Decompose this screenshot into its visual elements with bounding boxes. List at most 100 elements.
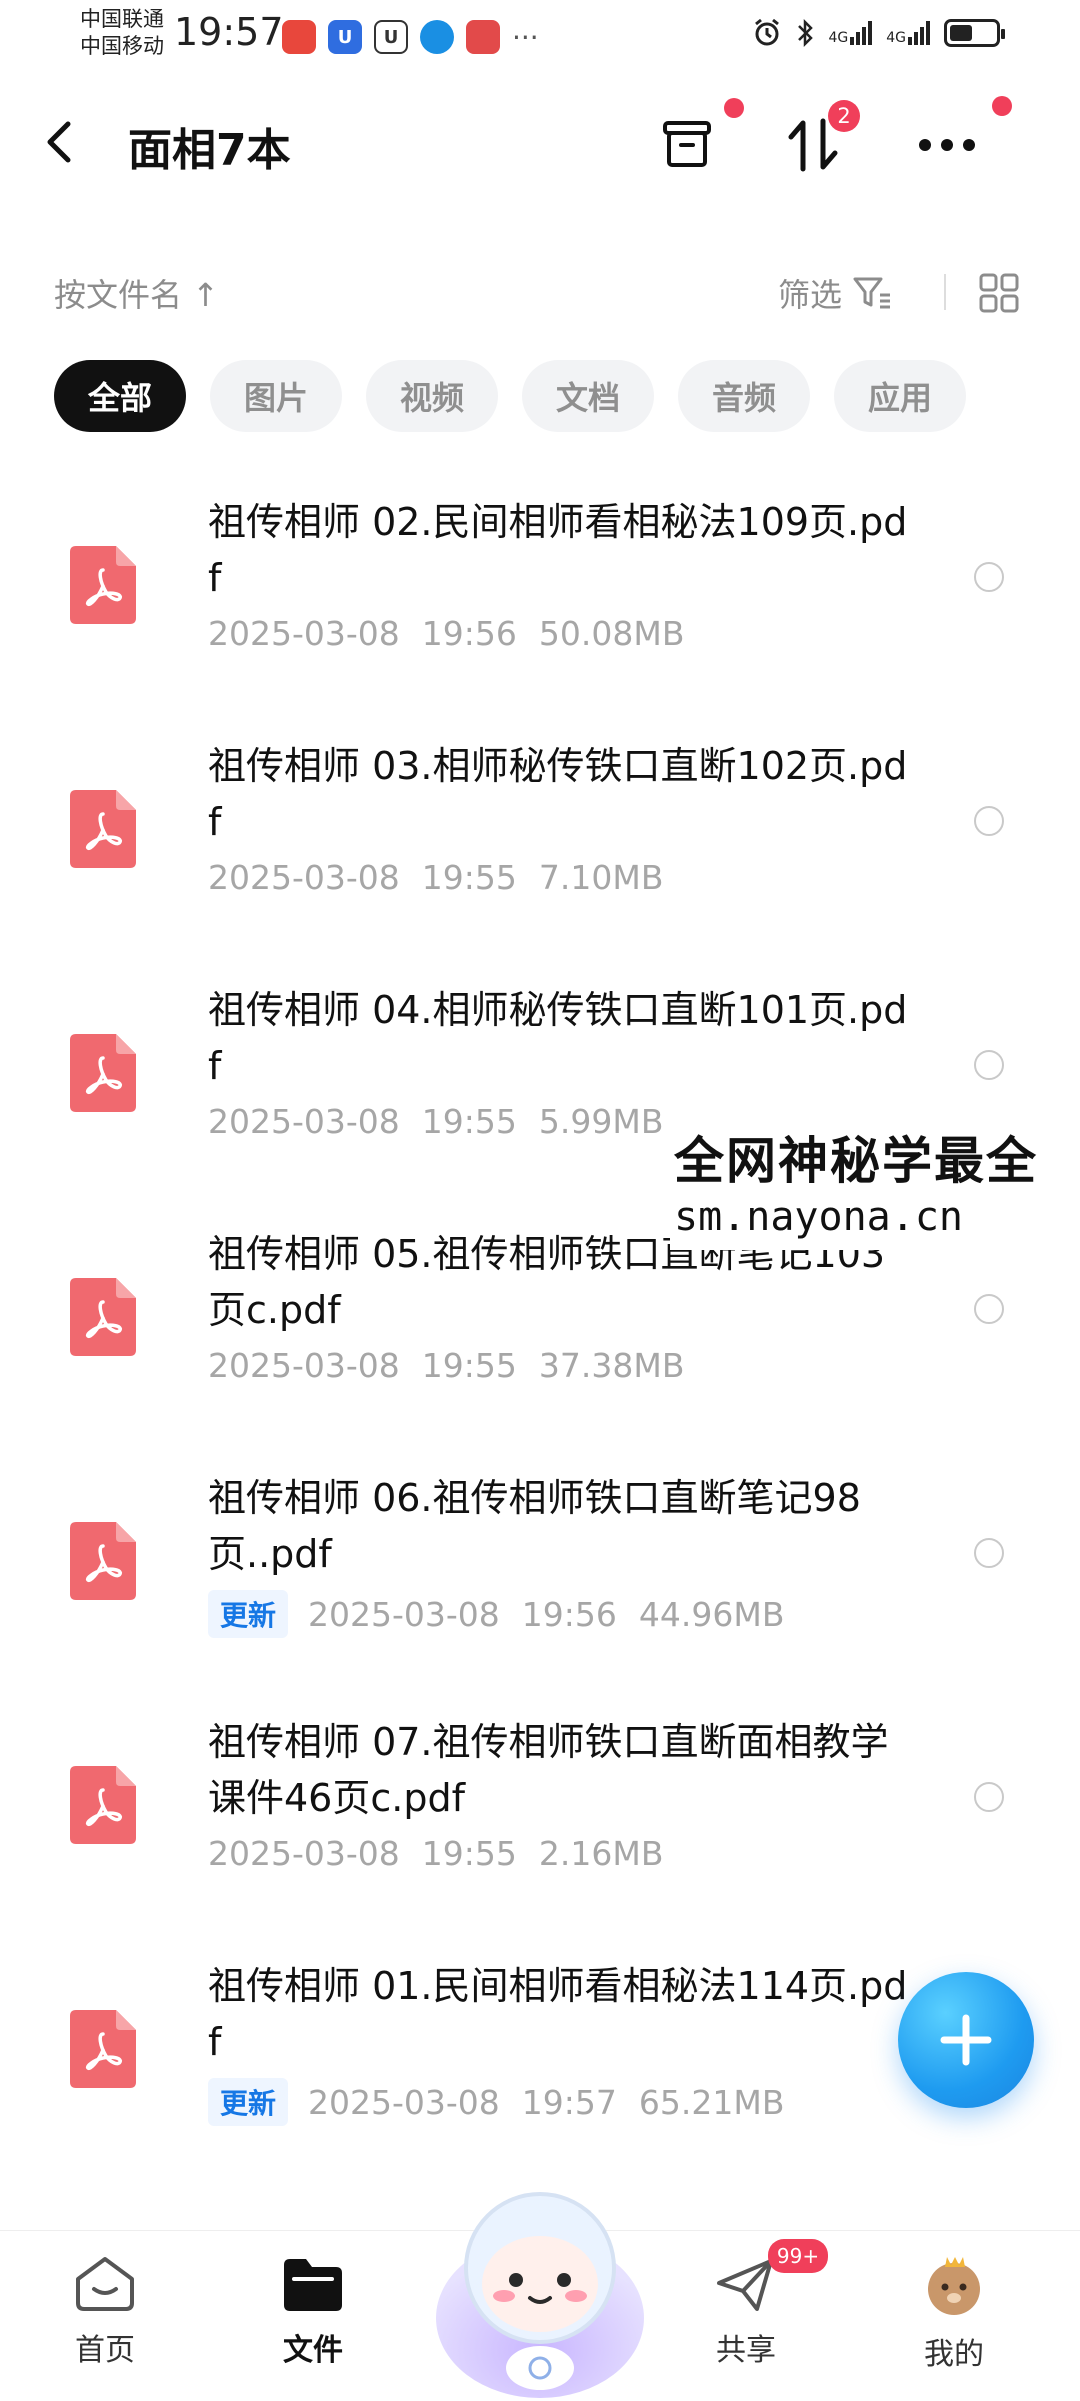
book-app-icon <box>466 20 500 54</box>
select-checkbox[interactable] <box>974 1050 1004 1080</box>
sort-badge: 2 <box>828 100 860 132</box>
file-item[interactable]: 祖传相师 02.民间相师看相秘法109页.pdf 2025-03-08 19:5… <box>0 470 1080 714</box>
file-type-tabs: 全部 图片 视频 文档 音频 应用 <box>54 360 966 432</box>
select-checkbox[interactable] <box>974 1294 1004 1324</box>
sort-by-name-button[interactable]: 按文件名 ↑ <box>54 270 219 316</box>
carrier-2: 中国移动 <box>80 34 164 58</box>
home-icon <box>76 2257 134 2311</box>
net-type-1: 4G <box>828 30 849 46</box>
file-name: 祖传相师 02.民间相师看相秘法109页.pdf <box>208 500 908 600</box>
watermark-line-2: sm.nayona.cn <box>674 1194 963 1240</box>
file-name: 祖传相师 07.祖传相师铁口直断面相教学课件46页c.pdf <box>208 1720 889 1820</box>
battery-icon <box>944 19 1005 47</box>
file-size: 50.08MB <box>538 614 685 653</box>
pdf-file-icon <box>70 1766 136 1844</box>
select-checkbox[interactable] <box>974 1538 1004 1568</box>
tab-videos[interactable]: 视频 <box>366 360 498 432</box>
filter-label: 筛选 <box>778 276 843 314</box>
file-name: 祖传相师 06.祖传相师铁口直断笔记98页..pdf <box>208 1476 861 1576</box>
file-date: 2025-03-08 <box>208 858 400 897</box>
file-name: 祖传相师 01.民间相师看相秘法114页.pdf <box>208 1964 908 2064</box>
back-button[interactable] <box>44 112 94 172</box>
pdf-file-icon <box>70 790 136 868</box>
file-meta: 2025-03-08 19:55 5.99MB <box>208 1102 663 1141</box>
back-arrow-icon <box>47 121 71 163</box>
file-size: 7.10MB <box>538 858 664 897</box>
select-checkbox[interactable] <box>974 1782 1004 1812</box>
file-size: 5.99MB <box>538 1102 664 1141</box>
avatar-icon <box>928 2257 980 2315</box>
bluetooth-icon <box>798 18 814 48</box>
file-time: 19:55 <box>421 1102 517 1141</box>
file-meta: 2025-03-08 19:55 2.16MB <box>208 1834 663 1873</box>
pdf-file-icon <box>70 1034 136 1112</box>
filter-button[interactable]: 筛选 <box>778 270 892 316</box>
file-time: 19:55 <box>421 858 517 897</box>
file-item[interactable]: 祖传相师 06.祖传相师铁口直断笔记98页..pdf 更新 2025-03-08… <box>0 1446 1080 1690</box>
nav-home[interactable]: 首页 <box>35 2253 175 2369</box>
toolbar-divider <box>944 274 946 310</box>
file-date: 2025-03-08 <box>208 1346 400 1385</box>
status-time: 19:57 <box>174 10 284 54</box>
watermark-line-1: 全网神秘学最全 <box>674 1132 1038 1190</box>
tab-images[interactable]: 图片 <box>210 360 342 432</box>
sort-filter-bar: 按文件名 ↑ 筛选 <box>0 262 1080 322</box>
net-type-2: 4G <box>886 30 906 46</box>
file-name: 祖传相师 03.相师秘传铁口直断102页.pdf <box>208 744 908 844</box>
file-date: 2025-03-08 <box>208 1102 400 1141</box>
archive-icon <box>663 121 711 167</box>
select-checkbox[interactable] <box>974 806 1004 836</box>
carrier-info: 中国联通 中国移动 <box>80 6 164 60</box>
pdf-file-icon <box>70 1522 136 1600</box>
status-bar: 中国联通 中国移动 19:57 U U ··· 4G 4G <box>0 0 1080 80</box>
pdf-file-icon <box>70 1278 136 1356</box>
file-meta: 2025-03-08 19:56 50.08MB <box>208 614 684 653</box>
title-bar: 面相7本 2 <box>0 96 1080 190</box>
u-app-icon: U <box>328 20 362 54</box>
update-tag: 更新 <box>208 1590 289 1638</box>
file-time: 19:57 <box>521 2082 617 2122</box>
signal-2-icon: 4G <box>886 21 930 45</box>
file-size: 44.96MB <box>638 1594 785 1634</box>
more-notifications-icon: ··· <box>512 20 539 54</box>
nav-share[interactable]: 99+ 共享 <box>676 2239 828 2369</box>
file-size: 65.21MB <box>638 2082 785 2122</box>
browser-app-icon <box>420 20 454 54</box>
tab-documents[interactable]: 文档 <box>522 360 654 432</box>
nav-mine[interactable]: 我的 <box>884 2253 1024 2373</box>
system-status: 4G 4G <box>752 18 1005 48</box>
file-date: 2025-03-08 <box>308 2082 500 2122</box>
select-checkbox[interactable] <box>974 562 1004 592</box>
file-name: 祖传相师 04.相师秘传铁口直断101页.pdf <box>208 988 908 1088</box>
share-badge: 99+ <box>768 2239 828 2273</box>
nav-files[interactable]: 文件 <box>243 2253 383 2369</box>
pdf-file-icon <box>70 2010 136 2088</box>
tab-audio[interactable]: 音频 <box>678 360 810 432</box>
sort-button[interactable]: 2 <box>778 100 860 180</box>
file-time: 19:55 <box>421 1834 517 1873</box>
file-date: 2025-03-08 <box>208 614 400 653</box>
file-meta: 2025-03-08 19:55 7.10MB <box>208 858 663 897</box>
notification-icons: U U ··· <box>282 20 539 54</box>
nav-mine-label: 我的 <box>924 2337 984 2372</box>
file-meta: 2025-03-08 19:55 37.38MB <box>208 1346 684 1385</box>
grid-view-icon <box>979 273 1019 313</box>
file-time: 19:56 <box>421 614 517 653</box>
signal-1-icon: 4G <box>828 21 873 46</box>
tab-apps[interactable]: 应用 <box>834 360 966 432</box>
watermark-overlay: 全网神秘学最全 sm.nayona.cn <box>670 1126 1048 1250</box>
file-item[interactable]: 祖传相师 07.祖传相师铁口直断面相教学课件46页c.pdf 2025-03-0… <box>0 1690 1080 1934</box>
file-size: 2.16MB <box>538 1834 664 1873</box>
file-item[interactable]: 祖传相师 03.相师秘传铁口直断102页.pdf 2025-03-08 19:5… <box>0 714 1080 958</box>
more-icon <box>919 139 975 151</box>
add-button[interactable] <box>898 1972 1034 2108</box>
assistant-mascot[interactable] <box>430 2168 650 2400</box>
file-time: 19:56 <box>521 1594 617 1634</box>
more-dot <box>992 96 1012 116</box>
archive-dot <box>724 98 744 118</box>
huawei-app-icon <box>282 20 316 54</box>
archive-button[interactable] <box>652 98 744 180</box>
tab-all[interactable]: 全部 <box>54 360 186 432</box>
grid-view-button[interactable] <box>978 272 1020 322</box>
more-button[interactable] <box>912 96 1012 180</box>
